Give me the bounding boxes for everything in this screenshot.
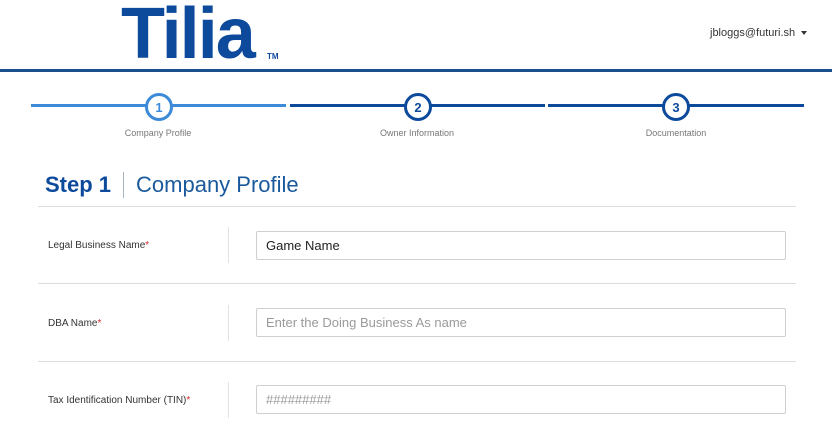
progress-stepper: 1 2 3 Company Profile Owner Information … [0, 90, 832, 140]
section-divider [38, 206, 796, 207]
logo-trademark: TM [267, 52, 279, 61]
dba-name-label: DBA Name* [48, 318, 102, 329]
heading-divider [123, 172, 125, 198]
step-3-label: Documentation [645, 128, 707, 138]
header-divider [0, 69, 832, 72]
row-divider [38, 361, 796, 362]
user-menu-dropdown[interactable]: jbloggs@futuri.sh [710, 27, 808, 39]
column-divider [228, 305, 229, 341]
page-heading: Step 1 Company Profile [45, 169, 299, 201]
row-divider [38, 283, 796, 284]
required-marker: * [97, 318, 102, 329]
caret-down-icon [801, 31, 808, 36]
page-title: Company Profile [136, 172, 299, 197]
tin-label: Tax Identification Number (TIN)* [48, 395, 191, 406]
legal-business-name-label: Legal Business Name* [48, 240, 150, 251]
step-2-indicator[interactable]: 2 [404, 93, 432, 121]
legal-business-name-input[interactable] [256, 231, 786, 260]
column-divider [228, 382, 229, 418]
step-1-indicator[interactable]: 1 [145, 93, 173, 121]
step-number: Step 1 [45, 172, 112, 197]
top-header: Tilia TM jbloggs@futuri.sh [0, 0, 832, 74]
dba-name-input[interactable] [256, 308, 786, 337]
step-2-label: Owner Information [379, 128, 455, 138]
user-email: jbloggs@futuri.sh [710, 27, 796, 39]
required-marker: * [145, 240, 150, 251]
step-3-indicator[interactable]: 3 [662, 93, 690, 121]
step-1-label: Company Profile [124, 128, 192, 138]
column-divider [228, 227, 229, 263]
required-marker: * [186, 395, 191, 406]
tilia-logo: Tilia [121, 0, 256, 74]
tin-input[interactable] [256, 385, 786, 414]
